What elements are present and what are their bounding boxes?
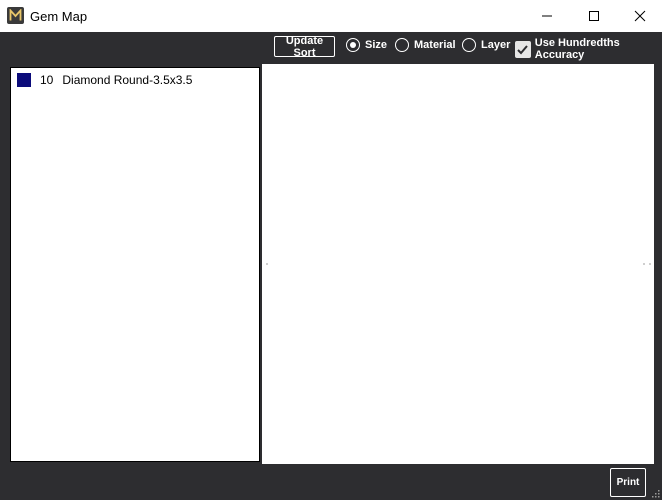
maximize-button[interactable] xyxy=(571,0,617,32)
title-bar: Gem Map xyxy=(0,0,662,32)
sort-option-material[interactable]: Material xyxy=(395,38,456,52)
resize-grip-icon[interactable] xyxy=(650,488,660,498)
gem-count: 10 xyxy=(40,73,54,87)
radio-selected-icon xyxy=(346,38,360,52)
sort-option-label: Size xyxy=(365,39,388,51)
close-button[interactable] xyxy=(617,0,662,32)
radio-unselected-icon xyxy=(462,38,476,52)
checkmark-icon xyxy=(515,40,531,58)
hundredths-accuracy-checkbox[interactable]: Use Hundredths Accuracy xyxy=(515,37,662,61)
update-sort-button[interactable]: Update Sort xyxy=(274,35,335,59)
close-icon xyxy=(634,10,646,22)
sort-option-label: Layer xyxy=(481,39,511,51)
gem-name: Diamond Round-3.5x3.5 xyxy=(62,73,193,87)
print-button[interactable]: Print xyxy=(610,468,646,497)
maximize-icon xyxy=(589,11,599,21)
map-marker xyxy=(266,263,268,265)
gem-color-swatch xyxy=(17,73,31,87)
minimize-button[interactable] xyxy=(524,0,570,32)
map-marker xyxy=(643,263,651,265)
sort-option-label: Material xyxy=(414,39,456,51)
hundredths-accuracy-label: Use Hundredths Accuracy xyxy=(534,37,620,61)
sort-option-size[interactable]: Size xyxy=(346,38,387,52)
minimize-icon xyxy=(542,15,552,17)
window-title: Gem Map xyxy=(30,9,88,24)
radio-unselected-icon xyxy=(395,38,409,52)
sort-option-layer[interactable]: Layer xyxy=(462,38,510,52)
toolbar: Update Sort Size Material Layer Use Hund… xyxy=(0,32,662,62)
list-item[interactable]: 10 Diamond Round-3.5x3.5 xyxy=(17,73,192,87)
m-logo-icon xyxy=(7,7,24,24)
bottom-bar xyxy=(0,466,662,500)
gem-map-canvas[interactable] xyxy=(262,64,654,464)
gem-list-panel[interactable]: 10 Diamond Round-3.5x3.5 xyxy=(10,67,260,462)
